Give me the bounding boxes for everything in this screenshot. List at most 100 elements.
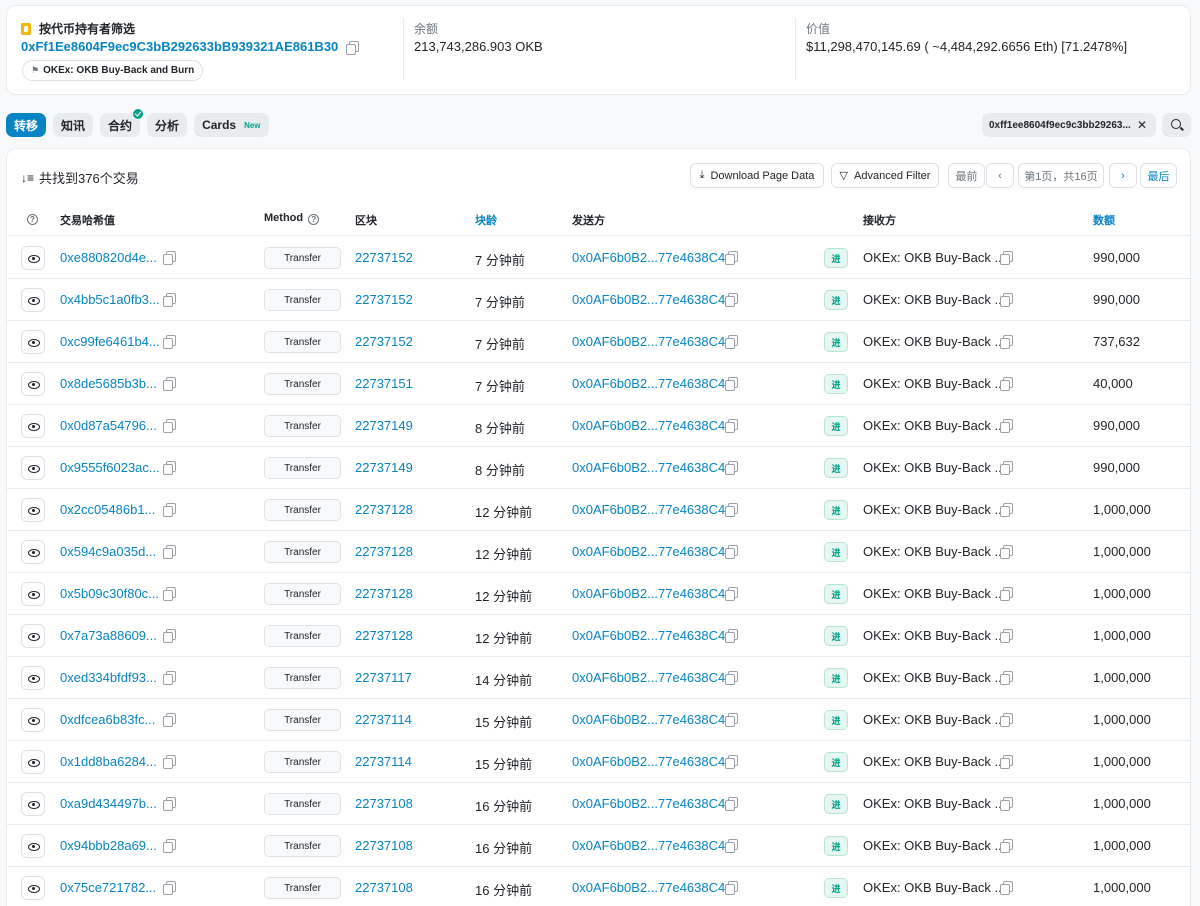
eye-icon[interactable] [21, 414, 45, 438]
from-address-link[interactable]: 0x0AF6b0B2...77e4638C4 [572, 712, 725, 727]
copy-icon[interactable] [725, 839, 738, 853]
from-address-link[interactable]: 0x0AF6b0B2...77e4638C4 [572, 754, 725, 769]
eye-icon[interactable] [21, 666, 45, 690]
copy-icon[interactable] [1000, 419, 1013, 433]
block-link[interactable]: 22737114 [355, 754, 412, 769]
block-link[interactable]: 22737108 [355, 838, 413, 853]
copy-icon[interactable] [163, 797, 176, 811]
tab-info[interactable]: 知讯 [53, 113, 94, 137]
block-link[interactable]: 22737108 [355, 796, 413, 811]
copy-icon[interactable] [163, 251, 176, 265]
copy-icon[interactable] [163, 461, 176, 475]
copy-icon[interactable] [725, 629, 738, 643]
block-link[interactable]: 22737128 [355, 502, 413, 517]
from-address-link[interactable]: 0x0AF6b0B2...77e4638C4 [572, 880, 725, 895]
block-link[interactable]: 22737152 [355, 292, 413, 307]
close-icon[interactable]: ✕ [1137, 118, 1147, 132]
first-page-button[interactable]: 最前 [948, 163, 985, 188]
copy-icon[interactable] [725, 881, 738, 895]
block-link[interactable]: 22737152 [355, 334, 413, 349]
block-link[interactable]: 22737117 [355, 670, 412, 685]
tx-hash-link[interactable]: 0x1dd8ba6284... [60, 754, 157, 769]
tx-hash-link[interactable]: 0x9555f6023ac... [60, 460, 160, 475]
copy-icon[interactable] [163, 587, 176, 601]
help-icon[interactable]: ? [27, 212, 38, 225]
block-link[interactable]: 22737128 [355, 544, 413, 559]
copy-icon[interactable] [725, 419, 738, 433]
copy-icon[interactable] [163, 671, 176, 685]
eye-icon[interactable] [21, 792, 45, 816]
copy-icon[interactable] [1000, 713, 1013, 727]
address-tag[interactable]: ⚑ OKEx: OKB Buy-Back and Burn [22, 60, 204, 81]
eye-icon[interactable] [21, 456, 45, 480]
copy-icon[interactable] [725, 545, 738, 559]
copy-icon[interactable] [1000, 755, 1013, 769]
tab-cards[interactable]: Cards New [194, 113, 269, 137]
eye-icon[interactable] [21, 246, 45, 270]
copy-icon[interactable] [725, 293, 738, 307]
tx-hash-link[interactable]: 0xdfcea6b83fc... [60, 712, 155, 727]
tx-hash-link[interactable]: 0xa9d434497b... [60, 796, 157, 811]
tab-contract[interactable]: 合约 [100, 108, 145, 137]
copy-icon[interactable] [725, 713, 738, 727]
from-address-link[interactable]: 0x0AF6b0B2...77e4638C4 [572, 544, 725, 559]
col-quantity[interactable]: 数额 [1093, 212, 1115, 228]
eye-icon[interactable] [21, 498, 45, 522]
tx-hash-link[interactable]: 0xc99fe6461b4... [60, 334, 160, 349]
copy-icon[interactable] [346, 40, 360, 55]
block-link[interactable]: 22737149 [355, 460, 413, 475]
tx-hash-link[interactable]: 0xe880820d4e... [60, 250, 157, 265]
block-link[interactable]: 22737108 [355, 880, 413, 895]
copy-icon[interactable] [1000, 461, 1013, 475]
block-link[interactable]: 22737128 [355, 586, 413, 601]
filter-address-link[interactable]: 0xFf1Ee8604F9ec9C3bB292633bB939321AE861B… [21, 39, 338, 54]
copy-icon[interactable] [725, 377, 738, 391]
copy-icon[interactable] [725, 251, 738, 265]
tx-hash-link[interactable]: 0xed334bfdf93... [60, 670, 157, 685]
block-link[interactable]: 22737151 [355, 376, 413, 391]
tx-hash-link[interactable]: 0x8de5685b3b... [60, 376, 157, 391]
eye-icon[interactable] [21, 330, 45, 354]
copy-icon[interactable] [1000, 839, 1013, 853]
copy-icon[interactable] [163, 419, 176, 433]
copy-icon[interactable] [163, 839, 176, 853]
col-age[interactable]: 块龄 [475, 212, 497, 228]
advanced-filter-button[interactable]: ▽ Advanced Filter [831, 163, 939, 188]
eye-icon[interactable] [21, 624, 45, 648]
eye-icon[interactable] [21, 876, 45, 900]
copy-icon[interactable] [725, 671, 738, 685]
block-link[interactable]: 22737152 [355, 250, 413, 265]
from-address-link[interactable]: 0x0AF6b0B2...77e4638C4 [572, 334, 725, 349]
copy-icon[interactable] [725, 503, 738, 517]
copy-icon[interactable] [1000, 503, 1013, 517]
eye-icon[interactable] [21, 288, 45, 312]
last-page-button[interactable]: 最后 [1140, 163, 1177, 188]
tab-analytics[interactable]: 分析 [147, 113, 188, 137]
copy-icon[interactable] [725, 755, 738, 769]
copy-icon[interactable] [163, 503, 176, 517]
block-link[interactable]: 22737114 [355, 712, 412, 727]
copy-icon[interactable] [163, 335, 176, 349]
copy-icon[interactable] [725, 335, 738, 349]
copy-icon[interactable] [163, 293, 176, 307]
copy-icon[interactable] [163, 377, 176, 391]
eye-icon[interactable] [21, 750, 45, 774]
block-link[interactable]: 22737149 [355, 418, 413, 433]
search-button[interactable] [1162, 113, 1191, 137]
help-icon[interactable]: ? [308, 214, 320, 225]
copy-icon[interactable] [163, 713, 176, 727]
from-address-link[interactable]: 0x0AF6b0B2...77e4638C4 [572, 460, 725, 475]
tx-hash-link[interactable]: 0x0d87a54796... [60, 418, 157, 433]
copy-icon[interactable] [1000, 671, 1013, 685]
from-address-link[interactable]: 0x0AF6b0B2...77e4638C4 [572, 838, 725, 853]
from-address-link[interactable]: 0x0AF6b0B2...77e4638C4 [572, 250, 725, 265]
copy-icon[interactable] [163, 755, 176, 769]
copy-icon[interactable] [1000, 335, 1013, 349]
tx-hash-link[interactable]: 0x94bbb28a69... [60, 838, 157, 853]
copy-icon[interactable] [725, 587, 738, 601]
copy-icon[interactable] [1000, 293, 1013, 307]
from-address-link[interactable]: 0x0AF6b0B2...77e4638C4 [572, 418, 725, 433]
tx-hash-link[interactable]: 0x75ce721782... [60, 880, 156, 895]
copy-icon[interactable] [1000, 797, 1013, 811]
tx-hash-link[interactable]: 0x594c9a035d... [60, 544, 156, 559]
